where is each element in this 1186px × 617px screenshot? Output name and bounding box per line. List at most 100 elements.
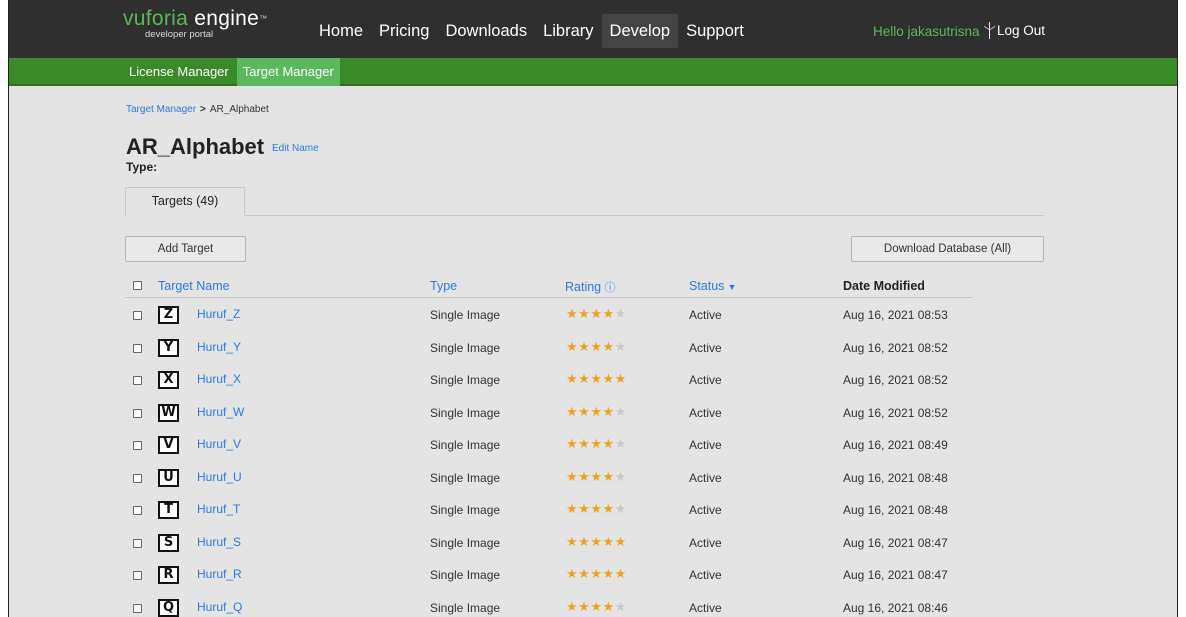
table-row[interactable]: R Huruf_R Single Image ★★★★★ Active Aug 16, 2… — [125, 559, 973, 591]
target-date-modified: Aug 16, 2021 08:47 — [843, 535, 948, 550]
user-menu[interactable]: Hello jakasutrisna﹀ — [873, 23, 996, 40]
row-checkbox[interactable] — [133, 571, 142, 580]
table-row[interactable]: T Huruf_T Single Image ★★★★★ Active Aug 16, 2… — [125, 494, 973, 526]
table-row[interactable]: S Huruf_S Single Image ★★★★★ Active Aug 16, 2… — [125, 527, 973, 559]
star-icon: ★ — [566, 403, 579, 419]
logo-subtitle: developer portal — [145, 29, 214, 40]
row-checkbox[interactable] — [133, 376, 142, 385]
star-icon: ★ — [578, 501, 591, 516]
star-icon: ★ — [566, 338, 579, 354]
nav-library[interactable]: Library — [535, 14, 601, 48]
star-rating: ★★★★★ — [566, 339, 627, 355]
column-rating[interactable]: Rating ⓘ — [565, 279, 616, 295]
row-checkbox[interactable] — [133, 473, 142, 483]
nav-support[interactable]: Support — [678, 14, 752, 48]
target-name-link[interactable]: Huruf_W — [197, 405, 244, 419]
breadcrumb-parent[interactable]: Target Manager — [126, 104, 196, 115]
add-target-button[interactable]: Add Target — [125, 236, 246, 262]
column-target-name[interactable]: Target Name — [158, 279, 230, 293]
row-checkbox[interactable] — [133, 311, 142, 320]
row-checkbox[interactable] — [133, 603, 142, 613]
star-icon: ★ — [578, 306, 591, 321]
table-row[interactable]: Q Huruf_Q Single Image ★★★★★ Active Aug 16, 2… — [125, 592, 973, 617]
target-thumbnail: T — [158, 501, 179, 519]
star-icon: ★ — [566, 371, 579, 386]
target-name-link[interactable]: Huruf_X — [197, 372, 241, 386]
target-type: Single Image — [430, 503, 501, 517]
table-row[interactable]: V Huruf_V Single Image ★★★★★ Active Aug 16, 2… — [125, 429, 973, 461]
top-navbar: vuforia engine™ developer portal Home Pr… — [9, 0, 1177, 58]
target-thumbnail: V — [158, 436, 179, 454]
star-icon: ★ — [590, 371, 603, 386]
star-icon: ★ — [590, 403, 603, 419]
star-icon: ★ — [578, 566, 591, 581]
nav-develop[interactable]: Develop — [601, 14, 679, 48]
target-name-link[interactable]: Huruf_S — [197, 535, 241, 549]
target-date-modified: Aug 16, 2021 08:53 — [843, 308, 948, 322]
target-name-link[interactable]: Huruf_U — [197, 470, 242, 484]
logo-engine-text: engine — [194, 7, 260, 30]
tab-targets[interactable]: Targets (49) — [125, 187, 245, 216]
nav-downloads[interactable]: Downloads — [437, 14, 535, 48]
target-date-modified: Aug 16, 2021 08:52 — [843, 373, 948, 387]
table-row[interactable]: Z Huruf_Z Single Image ★★★★★ Active Aug 16, 2… — [125, 299, 973, 331]
table-row[interactable]: Y Huruf_Y Single Image ★★★★★ Active Aug 16, 2… — [125, 332, 973, 364]
row-checkbox[interactable] — [133, 506, 142, 515]
star-rating: ★★★★★ — [566, 469, 627, 485]
star-icon: ★ — [578, 338, 591, 354]
nav-home[interactable]: Home — [311, 14, 371, 48]
target-status: Active — [689, 503, 722, 517]
breadcrumb: Target Manager > AR_Alphabet — [126, 104, 269, 115]
star-icon: ★ — [602, 566, 615, 581]
target-name-link[interactable]: Huruf_R — [197, 567, 242, 581]
star-icon: ★ — [602, 306, 615, 321]
nav-pricing[interactable]: Pricing — [371, 14, 437, 48]
table-row[interactable]: X Huruf_X Single Image ★★★★★ Active Aug 16, 2… — [125, 364, 973, 396]
star-rating: ★★★★★ — [566, 371, 627, 387]
target-date-modified: Aug 16, 2021 08:46 — [843, 600, 948, 615]
target-name-link[interactable]: Huruf_V — [197, 437, 241, 451]
star-rating: ★★★★★ — [566, 534, 627, 550]
target-date-modified: Aug 16, 2021 08:52 — [843, 405, 948, 420]
subnav-target-manager[interactable]: Target Manager — [236, 58, 340, 86]
star-icon: ★ — [566, 598, 579, 614]
edit-name-link[interactable]: Edit Name — [272, 143, 319, 154]
target-name-link[interactable]: Huruf_Q — [197, 600, 242, 614]
column-date-modified[interactable]: Date Modified — [843, 279, 925, 293]
table-row[interactable]: U Huruf_U Single Image ★★★★★ Active Aug 16, 2… — [125, 462, 973, 494]
table-header: Target Name Type Rating ⓘ Status ▼ Date M… — [125, 274, 973, 298]
star-icon: ★ — [614, 338, 627, 354]
column-type[interactable]: Type — [430, 279, 457, 293]
download-database-button[interactable]: Download Database (All) — [851, 236, 1044, 262]
target-name-link[interactable]: Huruf_Z — [197, 307, 240, 321]
target-status: Active — [689, 568, 722, 582]
target-thumbnail: W — [158, 403, 179, 422]
star-icon: ★ — [578, 371, 591, 386]
select-all-checkbox[interactable] — [133, 281, 142, 290]
star-icon: ★ — [590, 436, 603, 451]
star-icon: ★ — [602, 598, 615, 614]
logout-link[interactable]: Log Out — [997, 23, 1045, 38]
star-icon: ★ — [590, 501, 603, 516]
star-icon: ★ — [590, 566, 603, 581]
star-icon: ★ — [590, 338, 603, 354]
target-name-link[interactable]: Huruf_Y — [197, 340, 241, 354]
vuforia-logo[interactable]: vuforia engine™ developer portal — [123, 8, 267, 40]
target-type: Single Image — [430, 405, 501, 420]
column-status[interactable]: Status ▼ — [689, 279, 736, 293]
star-icon: ★ — [566, 533, 579, 549]
row-checkbox[interactable] — [133, 538, 142, 548]
star-icon: ★ — [578, 436, 591, 451]
target-status: Active — [689, 340, 722, 355]
subnav-license-manager[interactable]: License Manager — [123, 58, 235, 86]
target-name-link[interactable]: Huruf_T — [197, 502, 240, 516]
row-checkbox[interactable] — [133, 408, 142, 418]
row-checkbox[interactable] — [133, 441, 142, 450]
divider — [989, 22, 990, 39]
info-icon[interactable]: ⓘ — [605, 282, 616, 294]
star-icon: ★ — [614, 533, 627, 549]
table-row[interactable]: W Huruf_W Single Image ★★★★★ Active Aug 16, 2… — [125, 397, 973, 429]
row-checkbox[interactable] — [133, 343, 142, 353]
star-icon: ★ — [590, 598, 603, 614]
star-icon: ★ — [578, 403, 591, 419]
